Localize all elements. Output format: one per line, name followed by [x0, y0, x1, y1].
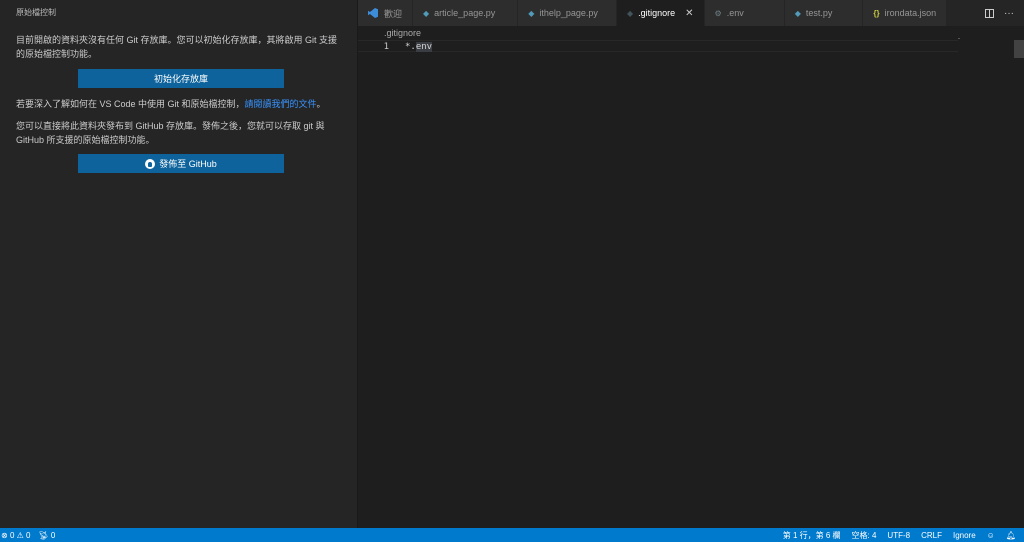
learn-suffix: 。	[316, 99, 326, 109]
eol-status[interactable]: CRLF	[921, 531, 942, 540]
publish-to-github-button[interactable]: 發佈至 GitHub	[78, 154, 284, 173]
tab-welcome[interactable]: 歡迎	[358, 0, 414, 26]
sidebar-title: 原始檔控制	[16, 8, 56, 17]
indentation-status[interactable]: 空格: 4	[852, 530, 877, 541]
learn-prefix: 若要深入了解如何在 VS Code 中使用 Git 和原始檔控制，	[16, 99, 245, 109]
error-count: 0	[9, 530, 15, 540]
minimap	[958, 38, 960, 39]
encoding-status[interactable]: UTF-8	[887, 531, 910, 540]
source-control-sidebar: 原始檔控制 目前開啟的資料夾沒有任何 Git 存放庫。您可以初始化存放庫，其將啟…	[0, 0, 358, 528]
tab-env[interactable]: ⚙ .env	[704, 0, 785, 26]
tab-bar: 歡迎 ◆ article_page.py ◆ ithelp_page.py ◆ …	[358, 0, 1024, 26]
tab-gitignore[interactable]: ◆ .gitignore ✕	[616, 0, 705, 26]
initialize-repository-button[interactable]: 初始化存放庫	[78, 69, 284, 88]
tab-label: 歡迎	[384, 8, 403, 19]
python-file-icon: ◆	[794, 8, 801, 18]
editor-area: 歡迎 ◆ article_page.py ◆ ithelp_page.py ◆ …	[358, 0, 1024, 528]
feedback-icon[interactable]: ☺	[987, 531, 995, 540]
status-right: 第 1 行，第 6 欄 空格: 4 UTF-8 CRLF Ignore ☺ 🔔︎	[783, 530, 1024, 541]
tab-label: article_page.py	[434, 8, 496, 18]
status-left: ⊗ 0 ⚠ 0 📡︎ 0	[0, 531, 55, 540]
tab-label: test.py	[805, 8, 833, 18]
selection-highlight: env	[415, 42, 433, 52]
ports-count: 0	[50, 530, 56, 540]
publish-text: 您可以直接將此資料夾發布到 GitHub 存放庫。發佈之後，您就可以存取 git…	[16, 121, 325, 145]
warning-count: 0	[26, 530, 31, 540]
tab-article-page-py[interactable]: ◆ article_page.py	[413, 0, 519, 26]
more-actions-icon[interactable]: ···	[1004, 8, 1014, 19]
sidebar-body: 目前開啟的資料夾沒有任何 Git 存放庫。您可以初始化存放庫，其將啟用 Git …	[0, 26, 357, 173]
github-icon	[145, 158, 156, 169]
tab-label: ithelp_page.py	[539, 8, 598, 18]
breadcrumb-file[interactable]: .gitignore	[384, 28, 421, 38]
tab-irondata-json[interactable]: {} irondata.json	[863, 0, 948, 26]
breadcrumb: .gitignore	[358, 26, 1024, 40]
vscode-window: 原始檔控制 目前開啟的資料夾沒有任何 Git 存放庫。您可以初始化存放庫，其將啟…	[0, 0, 1024, 542]
vscode-logo-icon	[368, 8, 378, 18]
language-mode[interactable]: Ignore	[953, 531, 976, 540]
code-line[interactable]: 1 *.env	[358, 40, 958, 52]
read-docs-link[interactable]: 請閱讀我們的文件	[245, 99, 317, 109]
learn-more-text: 若要深入了解如何在 VS Code 中使用 Git 和原始檔控制，請閱讀我們的文…	[16, 97, 343, 111]
warning-icon: ⚠	[16, 530, 24, 540]
line-prefix: *.	[405, 42, 416, 52]
python-file-icon: ◆	[528, 8, 535, 18]
python-file-icon: ◆	[423, 8, 430, 18]
tab-label: irondata.json	[884, 8, 937, 18]
tab-ithelp-page-py[interactable]: ◆ ithelp_page.py	[518, 0, 617, 26]
problems-status[interactable]: ⊗ 0 ⚠ 0	[1, 531, 30, 540]
intro-text: 目前開啟的資料夾沒有任何 Git 存放庫。您可以初始化存放庫，其將啟用 Git …	[16, 35, 338, 59]
ports-status[interactable]: 📡︎ 0	[38, 531, 55, 540]
cursor-position[interactable]: 第 1 行，第 6 欄	[783, 530, 841, 541]
split-editor-icon[interactable]	[985, 8, 994, 18]
gear-icon: ⚙	[714, 8, 722, 18]
json-file-icon: {}	[873, 8, 880, 18]
line-number: 1	[383, 42, 389, 52]
tab-label: .env	[726, 8, 744, 18]
git-file-icon: ◆	[626, 8, 634, 18]
tab-test-py[interactable]: ◆ test.py	[784, 0, 864, 26]
broadcast-icon: 📡︎	[38, 530, 49, 540]
vertical-scrollbar[interactable]	[1014, 40, 1024, 58]
error-icon: ⊗	[1, 530, 8, 540]
tab-label: .gitignore	[638, 8, 676, 18]
tab-actions: ···	[985, 0, 1024, 26]
status-bar: ⊗ 0 ⚠ 0 📡︎ 0 第 1 行，第 6 欄 空格: 4 UTF-8 CRL…	[0, 528, 1024, 542]
notifications-bell-icon[interactable]: 🔔︎	[1006, 531, 1016, 540]
line-text: *.env	[405, 41, 433, 52]
publish-button-label: 發佈至 GitHub	[159, 159, 217, 169]
close-icon[interactable]: ✕	[685, 8, 693, 19]
